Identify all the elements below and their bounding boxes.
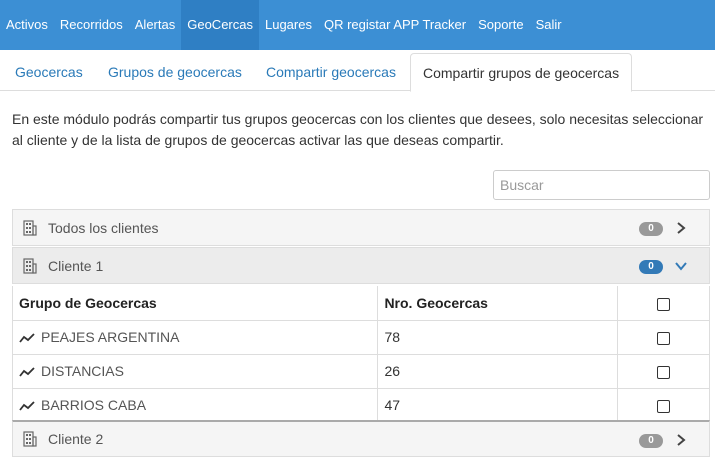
group-name: BARRIOS CABA (41, 397, 147, 413)
intro-text: En este módulo podrás compartir tus grup… (12, 111, 704, 148)
chevron-right-icon[interactable] (675, 434, 687, 446)
tab-compartir-grupos-geocercas[interactable]: Compartir grupos de geocercas (410, 53, 633, 92)
count-badge: 0 (639, 260, 663, 274)
group-name: DISTANCIAS (41, 363, 124, 379)
tab-compartir-geocercas[interactable]: Compartir geocercas (266, 53, 396, 91)
trend-line-icon (19, 333, 35, 343)
col-header-select (617, 286, 710, 321)
chevron-right-icon[interactable] (675, 222, 687, 234)
group-count: 26 (377, 353, 619, 389)
nav-lugares[interactable]: Lugares (259, 0, 318, 50)
group-count: 47 (377, 387, 619, 423)
col-header-count: Nro. Geocercas (377, 286, 619, 321)
tab-grupos-geocercas[interactable]: Grupos de geocercas (108, 53, 242, 91)
trend-line-icon (19, 401, 35, 411)
row-checkbox[interactable] (657, 331, 671, 345)
group-name-cell: PEAJES ARGENTINA (11, 319, 379, 355)
tab-bar: Geocercas Grupos de geocercas Compartir … (0, 53, 715, 92)
groups-table: Grupo de Geocercas Nro. Geocercas PEAJES… (11, 286, 710, 423)
nav-activos[interactable]: Activos (0, 0, 54, 50)
top-nav: Activos Recorridos Alertas GeoCercas Lug… (0, 0, 715, 50)
trend-line-icon (19, 367, 35, 377)
row-checkbox[interactable] (657, 399, 671, 413)
nav-geocercas[interactable]: GeoCercas (181, 0, 259, 50)
nav-soporte[interactable]: Soporte (472, 0, 530, 50)
table-row: PEAJES ARGENTINA 78 (11, 319, 710, 355)
table-header-row: Grupo de Geocercas Nro. Geocercas (11, 286, 710, 321)
client-row-cliente-1[interactable]: Cliente 1 0 (12, 247, 710, 284)
client-row-cliente-2[interactable]: Cliente 2 0 (12, 420, 710, 457)
client-row-todos[interactable]: Todos los clientes 0 (12, 209, 710, 246)
nav-recorridos[interactable]: Recorridos (54, 0, 129, 50)
table-row: BARRIOS CABA 47 (11, 387, 710, 423)
table-row: DISTANCIAS 26 (11, 353, 710, 389)
count-badge: 0 (639, 434, 663, 448)
client-label: Cliente 1 (48, 257, 104, 274)
client-label: Todos los clientes (48, 219, 159, 236)
tab-geocercas[interactable]: Geocercas (15, 53, 83, 91)
count-badge: 0 (639, 222, 663, 236)
nav-alertas[interactable]: Alertas (129, 0, 181, 50)
chevron-down-icon[interactable] (675, 260, 687, 272)
col-header-group: Grupo de Geocercas (11, 286, 379, 321)
building-icon (23, 219, 37, 236)
client-label: Cliente 2 (48, 431, 104, 447)
building-icon (23, 431, 37, 447)
group-name: PEAJES ARGENTINA (41, 329, 180, 345)
select-all-checkbox[interactable] (657, 297, 671, 311)
group-name-cell: BARRIOS CABA (11, 387, 379, 423)
building-icon (23, 257, 37, 274)
nav-salir[interactable]: Salir (530, 0, 568, 50)
group-count: 78 (377, 319, 619, 355)
row-checkbox[interactable] (657, 365, 671, 379)
nav-qr-tracker[interactable]: QR registar APP Tracker (318, 0, 472, 50)
search-input[interactable] (493, 170, 710, 200)
group-name-cell: DISTANCIAS (11, 353, 379, 389)
